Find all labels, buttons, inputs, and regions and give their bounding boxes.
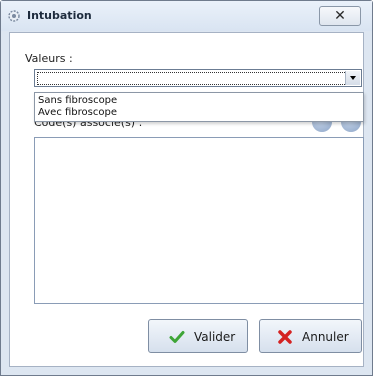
title-bar: Intubation ✕ bbox=[1, 1, 372, 31]
dropdown-arrow-button[interactable] bbox=[345, 71, 360, 85]
cancel-label: Annuler bbox=[302, 330, 349, 344]
validate-label: Valider bbox=[194, 330, 236, 344]
gear-icon bbox=[8, 10, 20, 22]
select-focus-rect bbox=[37, 72, 347, 85]
dropdown-option[interactable]: Sans fibroscope bbox=[38, 95, 117, 106]
validate-button[interactable]: Valider bbox=[148, 319, 248, 353]
close-icon: ✕ bbox=[334, 8, 346, 24]
checkmark-icon bbox=[169, 331, 185, 343]
dropdown-option[interactable]: Avec fibroscope bbox=[38, 107, 117, 118]
close-button[interactable]: ✕ bbox=[319, 6, 361, 26]
window-title: Intubation bbox=[27, 9, 92, 22]
values-label: Valeurs : bbox=[25, 52, 73, 65]
values-dropdown-list: Sans fibroscope Avec fibroscope bbox=[34, 92, 364, 122]
cross-icon bbox=[278, 330, 292, 344]
codes-textarea[interactable] bbox=[34, 137, 364, 304]
chevron-down-icon bbox=[350, 76, 356, 80]
values-select[interactable] bbox=[34, 69, 362, 87]
cancel-button[interactable]: Annuler bbox=[259, 319, 362, 353]
